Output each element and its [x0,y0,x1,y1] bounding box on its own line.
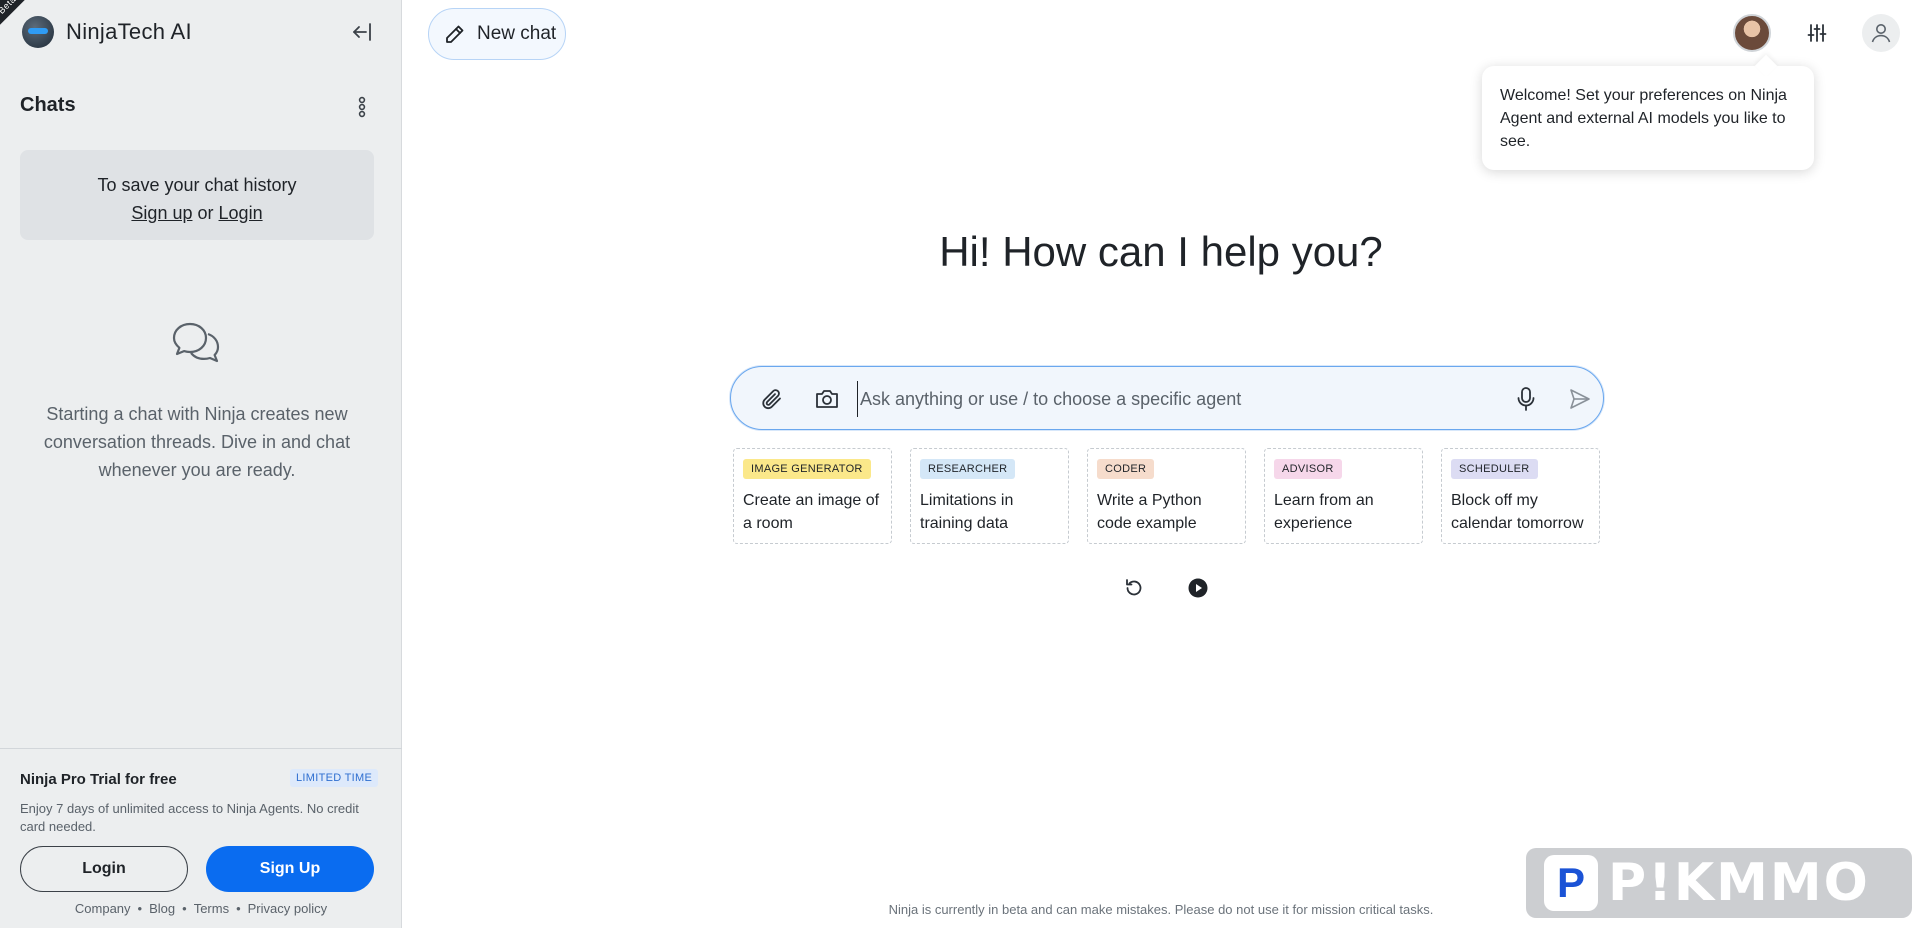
footer-separator: • [182,901,187,916]
footer-separator: • [137,901,143,916]
play-button[interactable] [1186,576,1210,600]
agent-tag: ADVISOR [1274,459,1342,479]
suggestion-text: Block off my calendar tomorrow [1451,492,1584,532]
watermark-logo-icon: P [1544,855,1598,911]
pencil-icon [446,25,464,43]
paperclip-icon [762,389,781,410]
chat-input-bar [730,366,1604,430]
suggestion-card[interactable]: CODER Write a Python code example [1087,448,1246,544]
collapse-sidebar-icon [353,23,371,41]
brand[interactable]: NinjaTech AI [22,16,192,48]
suggestion-cards: IMAGE GENERATOR Create an image of a roo… [733,448,1600,544]
more-vertical-icon [358,96,366,118]
chats-title: Chats [20,94,76,116]
new-chat-button[interactable]: New chat [428,8,566,60]
sliders-icon [1807,24,1827,42]
avatar[interactable] [1733,14,1771,52]
footer-separator: • [236,901,241,916]
pro-trial-promo: Ninja Pro Trial for free LIMITED TIME En… [0,748,402,928]
footer-link-privacy[interactable]: Privacy policy [248,901,327,916]
voice-input-button[interactable] [1511,384,1541,414]
agent-tag: IMAGE GENERATOR [743,459,871,479]
send-button[interactable] [1565,384,1595,414]
camera-button[interactable] [812,384,842,414]
ask-input[interactable] [857,381,1497,417]
camera-icon [816,390,838,408]
suggestion-card[interactable]: SCHEDULER Block off my calendar tomorrow [1441,448,1600,544]
attach-button[interactable] [757,384,787,414]
agent-tag: RESEARCHER [920,459,1016,479]
save-history-text: To save your chat history [97,175,297,195]
login-button[interactable]: Login [20,846,188,892]
greeting-title: Hi! How can I help you? [939,228,1383,275]
save-history-box: To save your chat history Sign up or Log… [20,150,374,240]
microphone-icon [1517,387,1535,411]
agent-tag: CODER [1097,459,1155,479]
footer-link-terms[interactable]: Terms [194,901,229,916]
preferences-button[interactable] [1800,14,1834,52]
chat-bubbles-icon [172,322,220,363]
suggestion-text: Limitations in training data [920,492,1014,532]
suggestion-text: Write a Python code example [1097,492,1202,532]
collapse-sidebar-button[interactable] [348,18,376,46]
user-icon [1871,24,1891,43]
signup-link[interactable]: Sign up [131,203,192,223]
refresh-icon [1126,579,1142,596]
suggestion-card[interactable]: RESEARCHER Limitations in training data [910,448,1069,544]
empty-state-text: Starting a chat with Ninja creates new c… [43,404,351,480]
agent-tag: SCHEDULER [1451,459,1538,479]
ninja-logo-icon [22,16,54,48]
footer-link-company[interactable]: Company [75,901,131,916]
suggestion-card[interactable]: ADVISOR Learn from an experience [1264,448,1423,544]
watermark-text: P!KMMO [1608,853,1870,913]
suggestion-card[interactable]: IMAGE GENERATOR Create an image of a roo… [733,448,892,544]
user-account-button[interactable] [1862,14,1900,52]
welcome-tooltip: Welcome! Set your preferences on Ninja A… [1482,66,1814,170]
send-icon [1570,389,1590,409]
promo-text: Enjoy 7 days of unlimited access to Ninj… [20,801,359,834]
signup-button[interactable]: Sign Up [206,846,374,892]
brand-name: NinjaTech AI [66,19,192,44]
or-text: or [197,203,214,223]
chats-menu-button[interactable] [350,94,374,120]
refresh-suggestions-button[interactable] [1122,576,1146,600]
suggestion-text: Create an image of a room [743,492,880,532]
footer-link-blog[interactable]: Blog [149,901,175,916]
play-icon [1188,578,1208,598]
login-link[interactable]: Login [219,203,263,223]
limited-time-badge: LIMITED TIME [290,769,379,787]
sidebar: Beta NinjaTech AI Chats To save your cha… [0,0,402,928]
new-chat-label: New chat [477,23,557,44]
watermark: P P!KMMO [1526,848,1912,918]
promo-title: Ninja Pro Trial for free [20,771,177,788]
suggestion-text: Learn from an experience [1274,492,1374,532]
footer-links: Company • Blog • Terms • Privacy policy [0,901,402,916]
